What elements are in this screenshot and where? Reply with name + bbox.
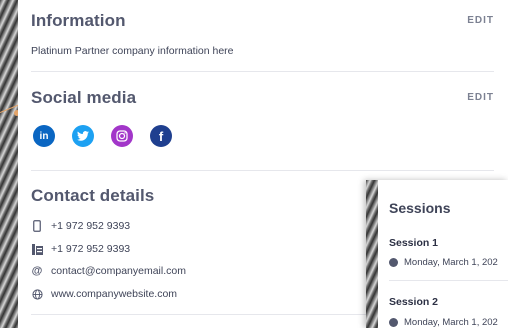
- at-sign-icon: @: [31, 265, 43, 277]
- sessions-title: Sessions: [389, 200, 451, 216]
- session-2-date: Monday, March 1, 202: [404, 317, 498, 328]
- session-1-name[interactable]: Session 1: [389, 237, 438, 249]
- twitter-bird-icon: [77, 131, 89, 141]
- facebook-icon[interactable]: f: [150, 125, 172, 147]
- fax-icon: [31, 243, 43, 255]
- sessions-panel: Sessions Session 1 Monday, March 1, 202 …: [366, 180, 508, 328]
- contact-fax-row: +1 972 952 9393: [31, 242, 130, 256]
- contact-phone[interactable]: +1 972 952 9393: [51, 220, 130, 232]
- contact-email-row: @ contact@companyemail.com: [31, 264, 186, 278]
- information-edit-button[interactable]: EDIT: [467, 15, 494, 26]
- contact-website[interactable]: www.companywebsite.com: [51, 288, 177, 300]
- twitter-icon[interactable]: [72, 125, 94, 147]
- information-text: Platinum Partner company information her…: [31, 45, 234, 57]
- divider: [389, 280, 508, 281]
- instagram-icon[interactable]: [111, 125, 133, 147]
- social-media-edit-button[interactable]: EDIT: [467, 92, 494, 103]
- linkedin-glyph: in: [39, 130, 49, 142]
- instagram-camera-icon: [116, 130, 128, 142]
- divider: [31, 170, 494, 171]
- divider: [31, 71, 494, 72]
- linkedin-icon[interactable]: in: [33, 125, 55, 147]
- facebook-glyph: f: [158, 128, 164, 144]
- phone-icon: [31, 220, 43, 232]
- contact-details-title: Contact details: [31, 186, 155, 205]
- contact-fax[interactable]: +1 972 952 9393: [51, 243, 130, 255]
- contact-email[interactable]: contact@companyemail.com: [51, 265, 186, 277]
- clock-icon: [389, 258, 398, 267]
- session-1-date: Monday, March 1, 202: [404, 257, 498, 268]
- session-1-date-row: Monday, March 1, 202: [389, 257, 498, 268]
- information-title: Information: [31, 11, 126, 30]
- session-2-name[interactable]: Session 2: [389, 296, 438, 308]
- session-2-date-row: Monday, March 1, 202: [389, 317, 498, 328]
- clock-icon: [389, 318, 398, 327]
- contact-website-row: www.companywebsite.com: [31, 287, 177, 301]
- sessions-panel-edge: [366, 180, 378, 328]
- social-media-title: Social media: [31, 88, 137, 107]
- contact-phone-row: +1 972 952 9393: [31, 219, 130, 233]
- globe-icon: [31, 288, 43, 300]
